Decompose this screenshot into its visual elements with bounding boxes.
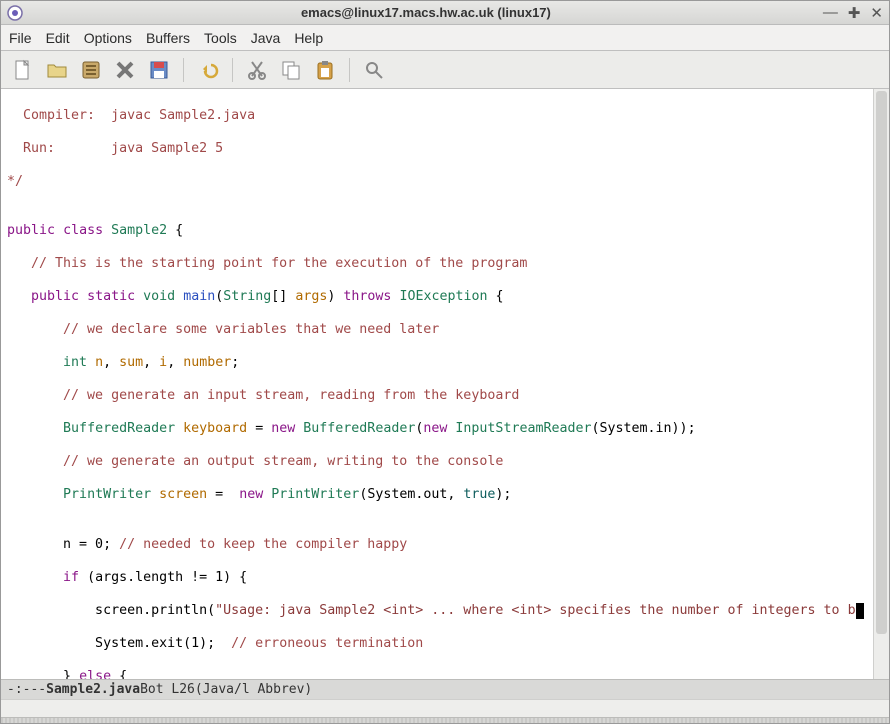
paste-icon[interactable] <box>313 58 337 82</box>
cut-icon[interactable] <box>245 58 269 82</box>
code-editor[interactable]: Compiler: javac Sample2.java Run: java S… <box>1 89 873 679</box>
toolbar-separator <box>232 58 233 82</box>
window-titlebar: emacs@linux17.macs.hw.ac.uk (linux17) — … <box>1 1 889 25</box>
menu-help[interactable]: Help <box>294 30 323 46</box>
menu-tools[interactable]: Tools <box>204 30 237 46</box>
app-icon <box>7 5 23 21</box>
menu-buffers[interactable]: Buffers <box>146 30 190 46</box>
menu-file[interactable]: File <box>9 30 32 46</box>
modeline-mode: (Java/l Abbrev) <box>195 682 312 697</box>
undo-icon[interactable] <box>196 58 220 82</box>
modeline-buffer-name: Sample2.java <box>46 682 140 697</box>
close-x-icon[interactable] <box>113 58 137 82</box>
copy-icon[interactable] <box>279 58 303 82</box>
close-button[interactable]: ✕ <box>870 4 883 22</box>
toolbar-separator <box>349 58 350 82</box>
modeline-position: Bot L26 <box>140 682 195 697</box>
minibuffer[interactable] <box>1 699 889 717</box>
minimize-button[interactable]: — <box>823 4 838 22</box>
menu-java[interactable]: Java <box>251 30 281 46</box>
resize-handle[interactable] <box>1 717 889 723</box>
menu-options[interactable]: Options <box>84 30 132 46</box>
maximize-button[interactable]: ✚ <box>848 4 861 22</box>
disk-icon[interactable] <box>79 58 103 82</box>
modeline-status: -:--- <box>7 682 46 697</box>
editor-area[interactable]: Compiler: javac Sample2.java Run: java S… <box>1 89 889 679</box>
open-folder-icon[interactable] <box>45 58 69 82</box>
new-file-icon[interactable] <box>11 58 35 82</box>
menu-edit[interactable]: Edit <box>46 30 70 46</box>
menu-bar: File Edit Options Buffers Tools Java Hel… <box>1 25 889 51</box>
search-icon[interactable] <box>362 58 386 82</box>
vertical-scrollbar[interactable] <box>873 89 889 679</box>
tool-bar <box>1 51 889 89</box>
window-title: emacs@linux17.macs.hw.ac.uk (linux17) <box>29 5 823 20</box>
save-icon[interactable] <box>147 58 171 82</box>
mode-line[interactable]: -:--- Sample2.java Bot L26 (Java/l Abbre… <box>1 679 889 699</box>
toolbar-separator <box>183 58 184 82</box>
scrollbar-thumb[interactable] <box>876 91 887 634</box>
